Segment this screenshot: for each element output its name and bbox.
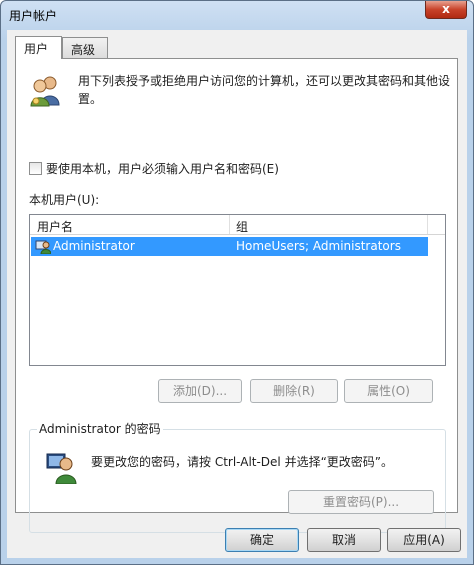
window-title: 用户帐户 — [9, 9, 58, 23]
tab-advanced-label: 高级 — [71, 43, 96, 57]
apply-button[interactable]: 应用(A) — [387, 528, 461, 552]
intro-text: 用下列表授予或拒绝用户访问您的计算机，还可以更改其密码和其他设置。 — [78, 74, 451, 106]
listview-header: 用户名 组 — [30, 215, 445, 235]
users-tab-page: 用下列表授予或拒绝用户访问您的计算机，还可以更改其密码和其他设置。 要使用本机，… — [15, 58, 458, 533]
table-row[interactable]: Administrator HomeUsers; Administrators — [31, 237, 428, 256]
close-button[interactable]: x — [425, 1, 467, 19]
user-accounts-window: 用户帐户 x 用户 高级 用下列表授予或拒绝用户访问您的计算机，还可以更改其密码… — [0, 0, 474, 565]
column-header-group[interactable]: 组 — [236, 218, 248, 235]
column-separator[interactable] — [427, 215, 428, 234]
ok-button[interactable]: 确定 — [225, 528, 299, 552]
dialog-client-area: 用户 高级 用下列表授予或拒绝用户访问您的计算机，还可以更改其密码和其他设置。 … — [7, 30, 467, 558]
users-listview[interactable]: 用户名 组 Administrator HomeUsers; Administr… — [29, 214, 446, 366]
password-instruction: 要更改您的密码，请按 Ctrl-Alt-Del 并选择“更改密码”。 — [91, 455, 394, 469]
title-bar[interactable]: 用户帐户 x — [1, 1, 473, 29]
user-icon — [35, 240, 51, 254]
users-list-label: 本机用户(U): — [29, 193, 100, 207]
reset-password-button[interactable]: 重置密码(P)... — [288, 490, 434, 514]
row-username: Administrator — [53, 239, 135, 253]
user-password-icon — [46, 453, 77, 484]
row-group: HomeUsers; Administrators — [236, 239, 401, 253]
require-login-label: 要使用本机，用户必须输入用户名和密码(E) — [46, 162, 279, 176]
require-login-row[interactable]: 要使用本机，用户必须输入用户名和密码(E) — [29, 160, 279, 177]
users-icon — [30, 76, 60, 107]
column-separator[interactable] — [229, 215, 230, 234]
add-user-button[interactable]: 添加(D)... — [158, 379, 242, 403]
tab-users-label: 用户 — [24, 42, 49, 56]
close-icon: x — [442, 2, 450, 16]
password-group — [29, 429, 446, 533]
cancel-button[interactable]: 取消 — [307, 528, 381, 552]
password-group-title: Administrator 的密码 — [37, 420, 163, 437]
column-header-username[interactable]: 用户名 — [37, 218, 73, 235]
tab-users[interactable]: 用户 — [15, 36, 62, 59]
tab-advanced[interactable]: 高级 — [62, 37, 108, 58]
remove-user-button[interactable]: 删除(R) — [250, 379, 338, 403]
properties-button[interactable]: 属性(O) — [344, 379, 433, 403]
require-login-checkbox[interactable] — [29, 162, 42, 175]
